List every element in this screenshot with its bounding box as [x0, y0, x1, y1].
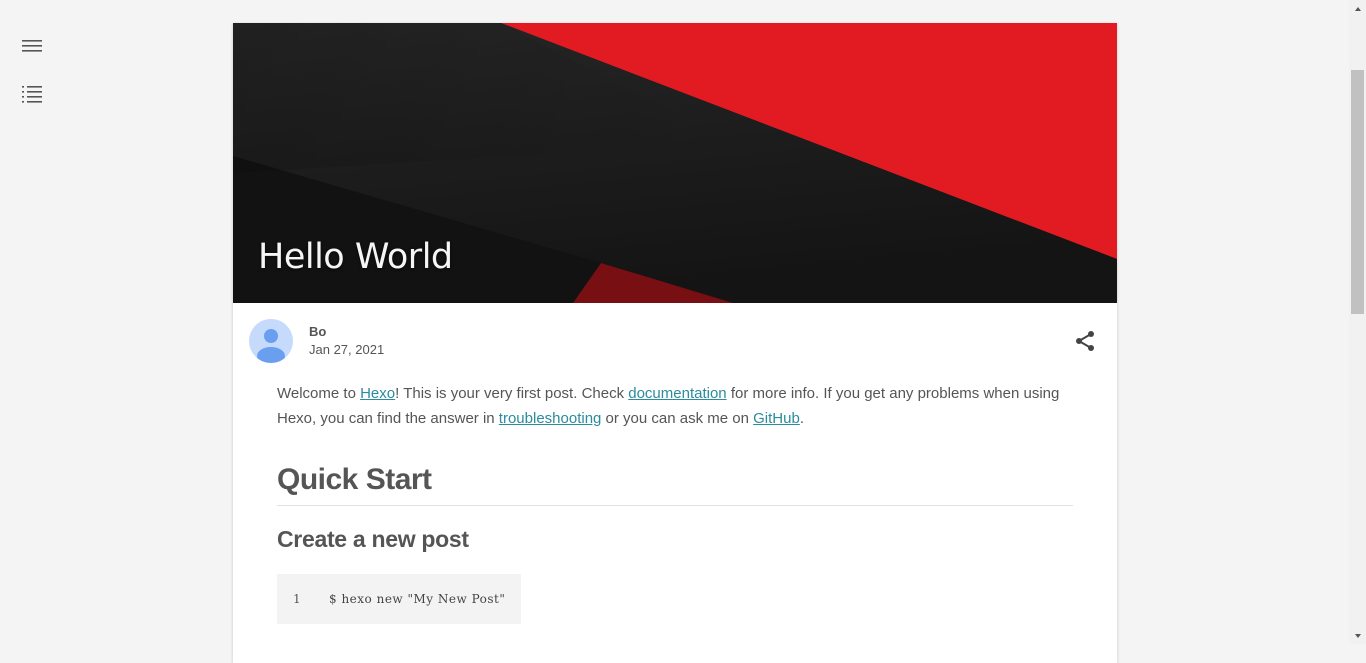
share-icon — [1076, 331, 1094, 351]
post-hero: Hello World — [233, 23, 1117, 303]
intro-text: Welcome to — [277, 385, 361, 402]
author-name: Bo — [309, 324, 327, 339]
scrollbar-thumb[interactable] — [1351, 70, 1364, 314]
avatar[interactable] — [249, 319, 293, 363]
intro-text: or you can ask me on — [601, 410, 754, 427]
scroll-up-arrow[interactable] — [1349, 0, 1366, 17]
documentation-link[interactable]: documentation — [628, 385, 726, 402]
post-meta: Bo Jan 27, 2021 — [233, 303, 1117, 381]
share-button[interactable] — [1073, 329, 1097, 353]
post-content: Welcome to Hexo! This is your very first… — [233, 381, 1117, 624]
caret-up-icon — [1354, 6, 1361, 11]
troubleshooting-link[interactable]: troubleshooting — [499, 410, 602, 427]
code-block: 1 $ hexo new "My New Post" — [277, 574, 522, 624]
intro-paragraph: Welcome to Hexo! This is your very first… — [277, 381, 1073, 431]
hamburger-menu-icon — [22, 40, 42, 52]
menu-button[interactable] — [16, 30, 48, 62]
heading-create-post: Create a new post — [277, 526, 469, 552]
heading-quick-start: Quick Start — [277, 463, 1073, 506]
caret-down-icon — [1354, 633, 1361, 638]
code-line: $ hexo new "My New Post" — [329, 592, 506, 606]
post-date: Jan 27, 2021 — [309, 342, 385, 357]
post-title: Hello World — [258, 237, 453, 277]
github-link[interactable]: GitHub — [753, 410, 800, 427]
intro-text: . — [799, 410, 804, 427]
toc-button[interactable] — [16, 78, 48, 110]
post-card: Hello World Bo Jan 27, 2021 Welcome to H… — [233, 23, 1117, 663]
scroll-down-arrow[interactable] — [1349, 627, 1366, 644]
code-line-number: 1 — [293, 592, 301, 606]
hexo-link[interactable]: Hexo — [360, 385, 395, 402]
table-of-contents-icon — [22, 86, 42, 103]
person-icon — [257, 329, 285, 363]
intro-text: ! This is your very first post. Check — [395, 385, 629, 402]
vertical-scrollbar[interactable] — [1349, 0, 1366, 644]
